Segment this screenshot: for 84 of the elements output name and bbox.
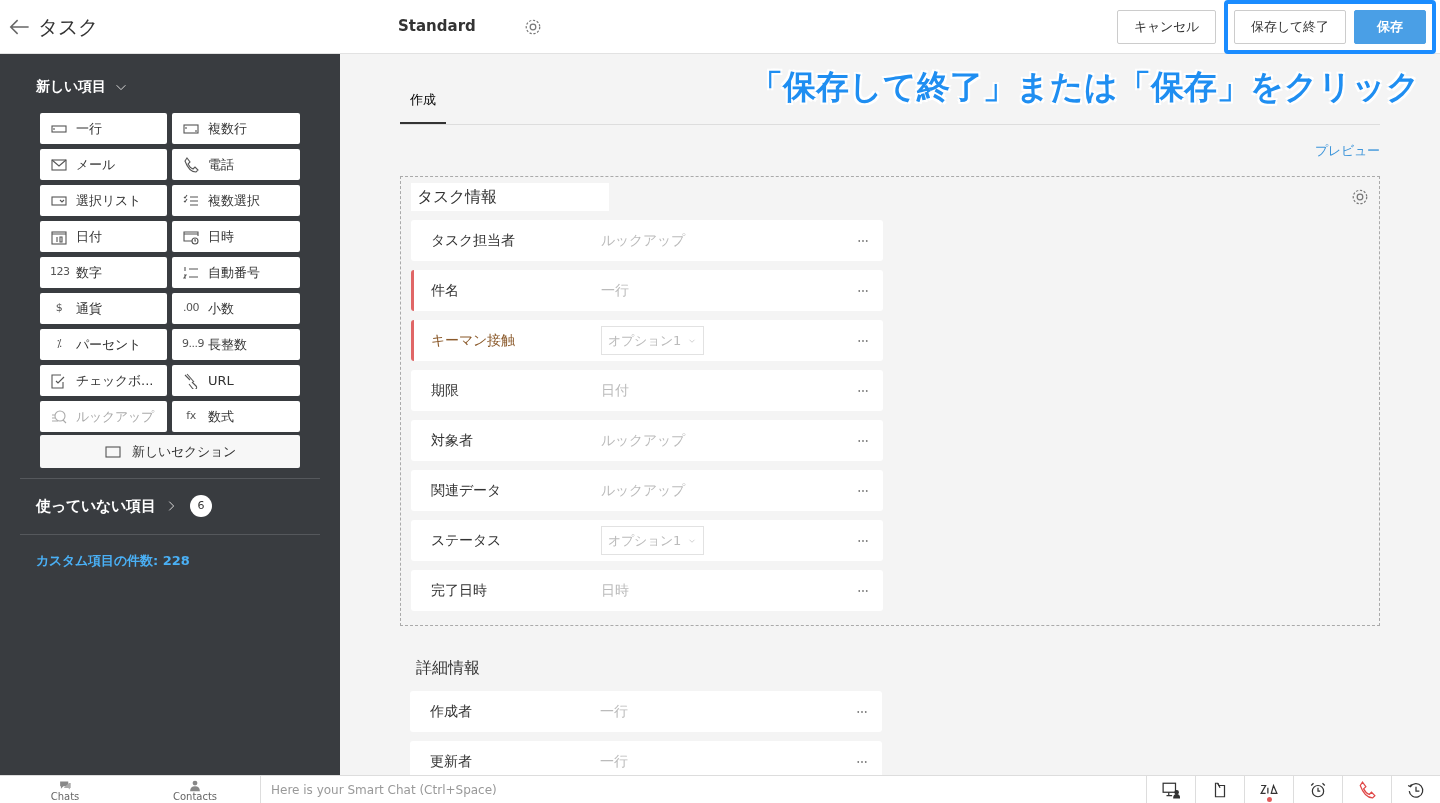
field-label: タスク担当者 bbox=[431, 231, 516, 250]
section-icon bbox=[104, 443, 122, 460]
layout-name: Standard bbox=[398, 16, 476, 38]
field-type-icon: .00 bbox=[182, 300, 200, 317]
field-row[interactable]: 対象者 ルックアップ bbox=[411, 420, 883, 461]
new-section-button[interactable]: 新しいセクション bbox=[40, 435, 300, 468]
field-type: 一行 bbox=[601, 281, 629, 300]
page-title: タスク bbox=[38, 13, 98, 41]
section-title[interactable]: タスク情報 bbox=[411, 183, 609, 211]
field-type: 日時 bbox=[601, 581, 629, 600]
field-label: 関連データ bbox=[431, 481, 502, 500]
field-row[interactable]: ステータス オプション1 bbox=[411, 520, 883, 561]
custom-field-count: カスタム項目の件数: 228 bbox=[36, 552, 190, 568]
calendar-icon bbox=[50, 228, 68, 245]
field-row[interactable]: キーマン接触 オプション1 bbox=[411, 320, 883, 361]
field-type-item[interactable]: 電話 bbox=[172, 149, 300, 180]
field-type-item[interactable]: メール bbox=[40, 149, 167, 180]
unused-fields-link[interactable]: 使っていない項目 bbox=[36, 495, 156, 518]
dropdown: オプション1 bbox=[601, 525, 705, 556]
field-type: 一行 bbox=[600, 752, 628, 771]
field-row[interactable]: タスク担当者 ルックアップ bbox=[411, 220, 883, 261]
calendar-clock-icon bbox=[182, 228, 200, 245]
person-icon bbox=[188, 779, 202, 792]
field-type-item[interactable]: ⁒ パーセント bbox=[40, 329, 167, 360]
annotation-caption: 「保存して終了」または「保存」をクリック bbox=[750, 66, 1420, 108]
count-badge: 6 bbox=[190, 495, 212, 518]
field-type-item[interactable]: 一行 bbox=[40, 113, 167, 144]
field-type-icon: $ bbox=[50, 300, 68, 317]
field-type-item[interactable]: fx 数式 bbox=[172, 401, 300, 432]
field-type-item[interactable]: .00 小数 bbox=[172, 293, 300, 324]
field-label: 更新者 bbox=[430, 752, 473, 771]
link-icon bbox=[182, 372, 200, 389]
field-row[interactable]: 更新者 一行 bbox=[410, 741, 882, 775]
dropdown: オプション1 bbox=[601, 325, 705, 356]
cancel-button[interactable]: キャンセル bbox=[1117, 9, 1216, 44]
field-type-item[interactable]: 123 数字 bbox=[40, 257, 167, 288]
field-type: ルックアップ bbox=[601, 481, 685, 500]
field-row[interactable]: 件名 一行 bbox=[411, 270, 883, 311]
field-type: 日付 bbox=[601, 381, 629, 400]
section-title: 詳細情報 bbox=[415, 657, 481, 679]
phone-icon bbox=[1358, 780, 1376, 799]
field-type: ルックアップ bbox=[601, 231, 685, 250]
numbered-list-icon bbox=[182, 264, 200, 281]
alarm-clock-icon bbox=[1309, 780, 1327, 799]
field-type-item[interactable]: 自動番号 bbox=[172, 257, 300, 288]
field-type-item[interactable]: URL bbox=[172, 365, 300, 396]
field-type-item[interactable]: 複数選択 bbox=[172, 185, 300, 216]
field-row[interactable]: 作成者 一行 bbox=[410, 691, 882, 732]
field-type-item[interactable]: 9...9 長整数 bbox=[172, 329, 300, 360]
field-type-item[interactable]: チェックボ... bbox=[40, 365, 167, 396]
field-label: キーマン接触 bbox=[431, 331, 516, 350]
field-row[interactable]: 期限 日付 bbox=[411, 370, 883, 411]
field-label: 作成者 bbox=[430, 702, 473, 721]
field-type-item[interactable]: 日付 bbox=[40, 221, 167, 252]
tab[interactable]: 作成 bbox=[400, 84, 446, 124]
phone-icon bbox=[182, 156, 200, 173]
field-type-icon: ⁒ bbox=[50, 336, 68, 353]
sidebar-heading[interactable]: 新しい項目 bbox=[36, 76, 106, 97]
bottom-tab[interactable]: Contacts bbox=[130, 776, 260, 803]
field-type: 一行 bbox=[600, 702, 628, 721]
field-label: 件名 bbox=[431, 281, 460, 300]
field-row[interactable]: 関連データ ルックアップ bbox=[411, 470, 883, 511]
mail-icon bbox=[50, 156, 68, 173]
field-label: 対象者 bbox=[431, 431, 474, 450]
field-type-icon: 123 bbox=[50, 264, 68, 281]
field-label: 完了日時 bbox=[431, 581, 488, 600]
field-label: ステータス bbox=[431, 531, 502, 550]
lookup-icon bbox=[50, 408, 68, 425]
field-type-item[interactable]: 日時 bbox=[172, 221, 300, 252]
settings-icon bbox=[523, 18, 542, 37]
bottom-tab[interactable]: Chats bbox=[0, 776, 130, 803]
field-type-item[interactable]: 選択リスト bbox=[40, 185, 167, 216]
history-icon bbox=[1407, 780, 1425, 799]
save-and-close-button[interactable]: 保存して終了 bbox=[1234, 9, 1346, 44]
monitor-user-icon bbox=[1162, 780, 1180, 799]
field-label: 期限 bbox=[431, 381, 460, 400]
field-type: ルックアップ bbox=[601, 431, 685, 450]
field-row[interactable]: 完了日時 日時 bbox=[411, 570, 883, 611]
field-type-item[interactable]: $ 通貨 bbox=[40, 293, 167, 324]
field-type-icon: fx bbox=[182, 408, 200, 425]
chat-icon bbox=[58, 779, 72, 792]
field-type-item[interactable]: 複数行 bbox=[172, 113, 300, 144]
checklist-icon bbox=[182, 192, 200, 209]
settings-icon bbox=[1351, 188, 1369, 206]
